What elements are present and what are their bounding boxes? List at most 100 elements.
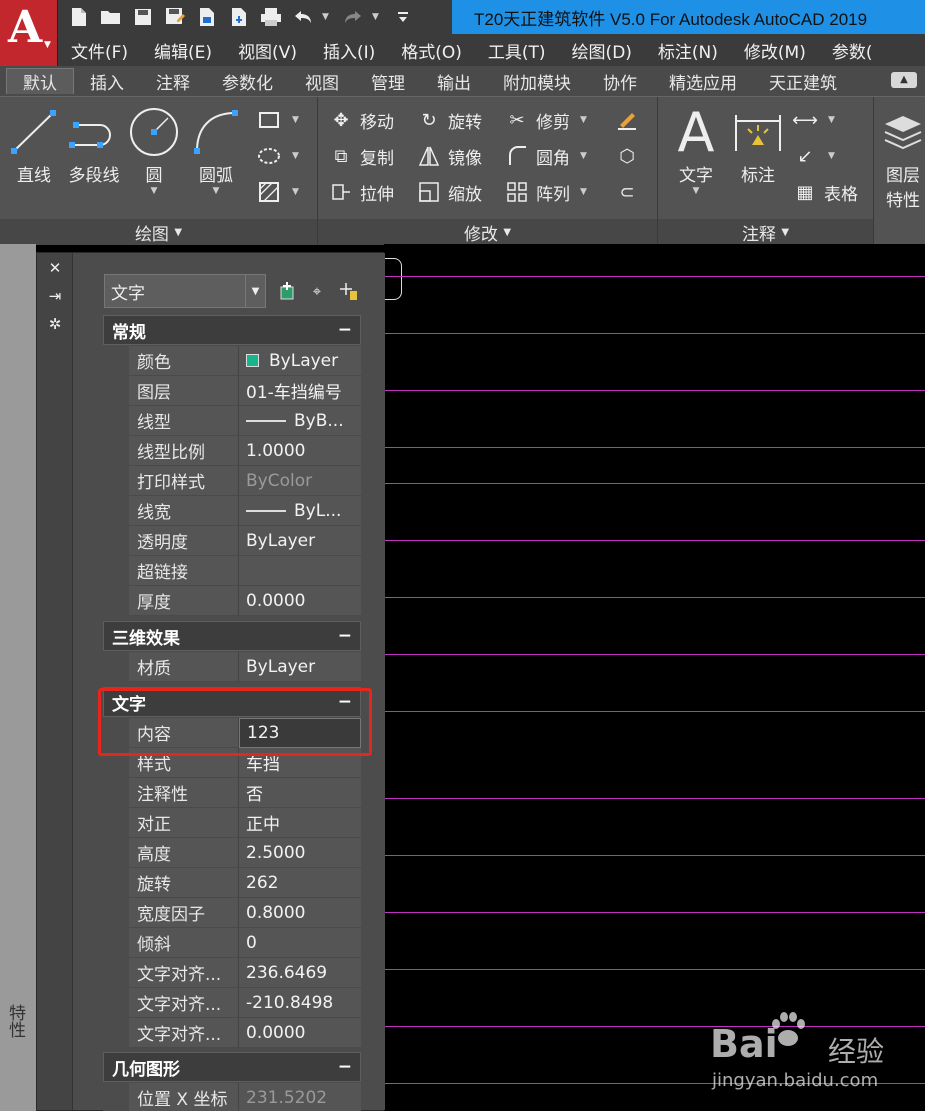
property-value[interactable]: 0.0000 xyxy=(239,1018,361,1048)
trim-tool[interactable]: ✂ 修剪 ▼ xyxy=(504,105,586,135)
explode-tool[interactable]: ⬡ xyxy=(614,141,640,171)
property-value[interactable] xyxy=(239,556,361,586)
property-value[interactable]: ByLayer xyxy=(239,526,361,556)
modify-panel-footer[interactable]: 修改 ▼ xyxy=(318,219,657,245)
copy-tool[interactable]: ⧉ 复制 xyxy=(328,141,394,171)
fillet-tool[interactable]: 圆角 ▼ xyxy=(504,141,587,171)
property-value[interactable]: -210.8498 xyxy=(239,988,361,1018)
menu-draw[interactable]: 绘图(D) xyxy=(559,38,645,63)
property-row[interactable]: 旋转 262 xyxy=(103,868,361,898)
line-tool[interactable]: 直线 xyxy=(8,103,60,186)
redo-icon[interactable] xyxy=(340,5,366,29)
tab-featured-apps[interactable]: 精选应用 xyxy=(653,68,753,94)
drawing-line[interactable] xyxy=(384,711,925,712)
drawing-line[interactable] xyxy=(384,390,925,391)
new-file-icon[interactable] xyxy=(66,5,92,29)
tab-default[interactable]: 默认 xyxy=(6,68,74,94)
array-tool[interactable]: 阵列 ▼ xyxy=(504,177,587,207)
drawing-line[interactable] xyxy=(384,483,925,484)
property-row[interactable]: 文字对齐... 236.6469 xyxy=(103,958,361,988)
toggle-pickadd-icon[interactable] xyxy=(276,280,298,302)
tab-annotate[interactable]: 注释 xyxy=(140,68,206,94)
draw-panel-footer[interactable]: 绘图 ▼ xyxy=(0,219,317,245)
open-web-icon[interactable] xyxy=(194,5,220,29)
property-row[interactable]: 线型 ByB... xyxy=(103,406,361,436)
property-row[interactable]: 线宽 ByL... xyxy=(103,496,361,526)
property-value[interactable]: 231.5202 xyxy=(239,1083,361,1111)
drawing-line[interactable] xyxy=(384,540,925,541)
autohide-icon[interactable]: ⇥ xyxy=(46,287,64,305)
menu-format[interactable]: 格式(O) xyxy=(388,38,475,63)
section-header-geometry[interactable]: 几何图形 − xyxy=(103,1052,361,1082)
property-row[interactable]: 对正 正中 xyxy=(103,808,361,838)
text-tool[interactable]: A 文字 ▼ xyxy=(670,101,722,197)
property-value[interactable]: 否 xyxy=(239,778,361,808)
move-tool[interactable]: ✥ 移动 xyxy=(328,105,394,135)
menu-edit[interactable]: 编辑(E) xyxy=(141,38,225,63)
menu-tools[interactable]: 工具(T) xyxy=(475,38,559,63)
share-icon[interactable] xyxy=(226,5,252,29)
gear-icon[interactable]: ✲ xyxy=(46,315,64,333)
drawing-line[interactable] xyxy=(384,597,925,598)
menu-file[interactable]: 文件(F) xyxy=(58,38,141,63)
drawing-line[interactable] xyxy=(384,447,925,448)
menu-view[interactable]: 视图(V) xyxy=(225,38,310,63)
selected-text-entity[interactable] xyxy=(384,258,402,300)
property-row[interactable]: 材质 ByLayer xyxy=(103,652,361,682)
arc-tool[interactable]: 圆弧 ▼ xyxy=(188,103,244,196)
property-row[interactable]: 倾斜 0 xyxy=(103,928,361,958)
tab-output[interactable]: 输出 xyxy=(421,68,487,94)
menu-modify[interactable]: 修改(M) xyxy=(731,38,819,63)
tab-collaborate[interactable]: 协作 xyxy=(587,68,653,94)
object-type-select[interactable]: 文字 ▼ xyxy=(104,274,266,308)
property-value[interactable]: 1.0000 xyxy=(239,436,361,466)
properties-palette-titlebar[interactable]: 特性 xyxy=(0,244,36,1111)
property-row[interactable]: 文字对齐... -210.8498 xyxy=(103,988,361,1018)
menu-dimension[interactable]: 标注(N) xyxy=(645,38,731,63)
property-value[interactable]: 01-车挡编号 xyxy=(239,376,361,406)
property-row[interactable]: 厚度 0.0000 xyxy=(103,586,361,616)
property-value[interactable]: 正中 xyxy=(239,808,361,838)
drawing-line[interactable] xyxy=(384,798,925,799)
tab-manage[interactable]: 管理 xyxy=(355,68,421,94)
menu-parametric[interactable]: 参数( xyxy=(819,38,886,63)
collapse-icon[interactable]: − xyxy=(338,626,352,646)
tab-insert[interactable]: 插入 xyxy=(74,68,140,94)
property-row[interactable]: 透明度 ByLayer xyxy=(103,526,361,556)
dimension-tool[interactable]: 标注 xyxy=(730,103,786,186)
table-tool[interactable]: ▦ 表格 xyxy=(792,177,858,207)
drawing-line[interactable] xyxy=(384,912,925,913)
hatch-tool[interactable]: ▼ xyxy=(256,177,299,207)
property-row[interactable]: 颜色 ByLayer xyxy=(103,346,361,376)
property-value[interactable]: ByColor xyxy=(239,466,361,496)
property-value[interactable]: ByLayer xyxy=(239,346,361,376)
property-row[interactable]: 图层 01-车挡编号 xyxy=(103,376,361,406)
open-folder-icon[interactable] xyxy=(98,5,124,29)
rotate-tool[interactable]: ↻ 旋转 xyxy=(416,105,482,135)
scale-tool[interactable]: 缩放 xyxy=(416,177,482,207)
undo-icon[interactable] xyxy=(290,5,316,29)
property-row[interactable]: 高度 2.5000 xyxy=(103,838,361,868)
property-value[interactable]: ByB... xyxy=(239,406,361,436)
print-icon[interactable] xyxy=(258,5,284,29)
erase-tool[interactable] xyxy=(614,105,640,135)
drawing-canvas[interactable] xyxy=(384,244,925,1111)
property-value[interactable]: ByLayer xyxy=(239,652,361,682)
polyline-tool[interactable]: 多段线 xyxy=(64,103,124,186)
customize-qat-icon[interactable] xyxy=(390,5,416,29)
property-value[interactable]: 236.6469 xyxy=(239,958,361,988)
linear-dim-tool[interactable]: ⟷ ▼ xyxy=(792,105,835,135)
select-objects-icon[interactable]: ⌖ xyxy=(306,280,328,302)
quick-select-icon[interactable] xyxy=(337,280,359,302)
leader-tool[interactable]: ↙ ▼ xyxy=(792,141,834,171)
property-row[interactable]: 文字对齐... 0.0000 xyxy=(103,1018,361,1048)
tab-tangent-arch[interactable]: 天正建筑 xyxy=(753,68,853,94)
ribbon-toggle-icon[interactable]: ▲ xyxy=(891,72,917,88)
rectangle-tool[interactable]: ▼ xyxy=(256,105,299,135)
mirror-tool[interactable]: 镜像 xyxy=(416,141,482,171)
application-menu-button[interactable]: A ▼ xyxy=(0,0,58,66)
property-row[interactable]: 打印样式 ByColor xyxy=(103,466,361,496)
ellipse-tool[interactable]: ▼ xyxy=(256,141,299,171)
offset-tool[interactable]: ⊂ xyxy=(614,177,640,207)
property-value[interactable]: 0 xyxy=(239,928,361,958)
